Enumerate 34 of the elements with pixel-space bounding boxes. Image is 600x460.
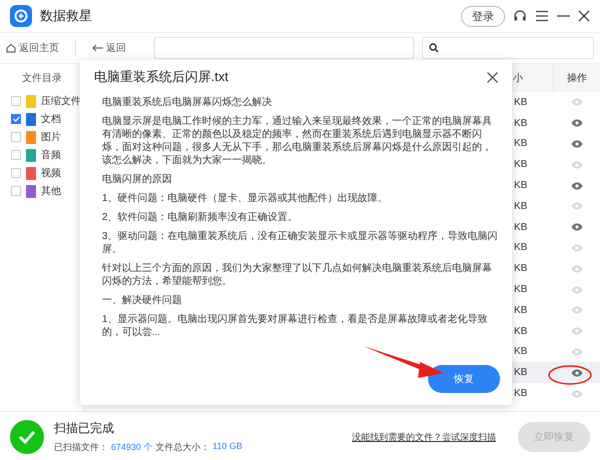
app-title: 数据救星	[40, 7, 92, 25]
scan-status-title: 扫描已完成	[54, 420, 115, 437]
files-label: 已扫描文件：	[54, 441, 108, 454]
table-cell: KB	[514, 284, 528, 296]
table-cell: KB	[514, 242, 528, 254]
table-cell: KB	[514, 263, 528, 274]
paragraph: 针对以上三个方面的原因，我们为大家整理了以下几点如何解决电脑重装系统后电脑屏幕闪烁的方法，希望能帮到您。	[102, 262, 493, 288]
table-cell: KB	[514, 222, 528, 233]
table-cell: KB	[514, 346, 528, 358]
paragraph: 电脑重装系统后电脑屏幕闪烁怎么解决	[102, 96, 273, 109]
paragraph: 3、驱动问题：在电脑重装系统后，没有正确安装显示卡或显示器等驱动程序，导致电脑闪屏。	[102, 230, 499, 256]
table-cell: KB	[514, 388, 528, 400]
files-count: 674930 个	[111, 441, 153, 454]
sidebar-header: 文件目录	[22, 72, 62, 85]
paragraph: 1、显示器问题。电脑出现闪屏首先要对屏幕进行检查，看是否是屏幕故障或者老化导致的，可以尝...	[102, 313, 489, 339]
table-cell: KB	[514, 200, 528, 212]
table-cell: KB	[514, 138, 528, 150]
table-cell: KB	[514, 118, 528, 129]
paragraph: 电脑闪屏的原因	[102, 173, 173, 186]
column-header: 操作	[567, 72, 587, 85]
table-cell: KB	[514, 304, 528, 316]
table-cell: KB	[514, 96, 528, 108]
column-header: 小	[513, 72, 523, 85]
table-cell: KB	[514, 159, 528, 170]
table-cell: KB	[514, 367, 528, 378]
paragraph: 2、软件问题：电脑刷新频率没有正确设置。	[102, 211, 299, 224]
paragraph: 一、解决硬件问题	[102, 294, 183, 307]
size-value: 110 GB	[212, 441, 242, 453]
paragraph: 电脑显示屏是电脑工作时候的主力军，通过输入来呈现最终效果，一个正常的电脑屏幕具有清晰的像素、正常的颜色以及稳定的频率，然而在重装系统后遇到电脑显示器不断闪烁，面对这种问题，很多人无从下手，那么电脑重装系统后屏幕闪烁是什么原因引起的，该怎么解决，下面就为大家一一揭晓。	[102, 115, 493, 167]
table-cell: KB	[514, 326, 528, 337]
table-cell: KB	[514, 180, 528, 192]
paragraph: 1、硬件问题：电脑硬件（显卡、显示器或其他配件）出现故障。	[102, 192, 389, 205]
dialog-title: 电脑重装系统后闪屏.txt	[94, 68, 230, 86]
size-label: 文件总大小：	[156, 441, 210, 454]
